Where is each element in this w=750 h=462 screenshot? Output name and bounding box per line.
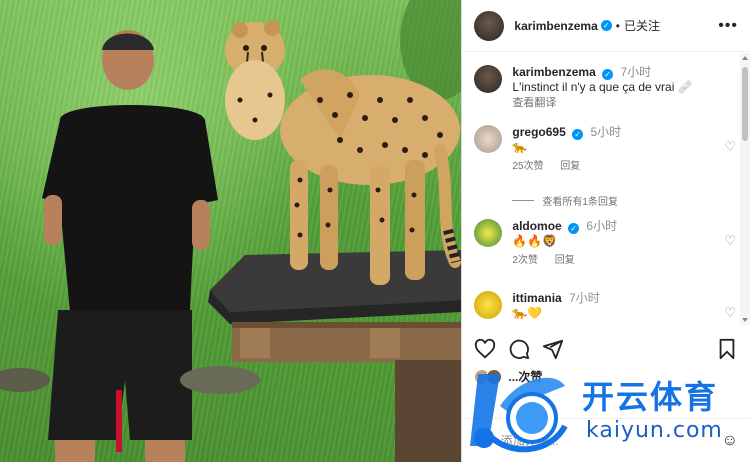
man [42,30,218,462]
scroll-thumb[interactable] [742,67,748,141]
comments-list: karimbenzema ✓ 7小时 L'instinct il n'y a q… [462,53,740,321]
comment-likes[interactable]: 2次赞 [512,255,538,266]
action-bar [474,336,738,362]
comment-text: 🐆 [512,140,528,154]
replies-line [512,200,535,201]
author-avatar[interactable] [474,10,505,41]
share-icon[interactable] [542,338,564,360]
separator-dot: • [615,18,620,33]
comments-scrollbar[interactable] [740,53,750,325]
caption-time: 7小时 [620,65,652,79]
heart-icon[interactable]: ♡ [724,305,736,321]
caption-username[interactable]: karimbenzema [512,65,595,79]
bookmark-icon[interactable] [716,338,738,360]
photo-scene [0,0,462,462]
comment-text: 🔥🔥🦁 [512,234,558,248]
add-comment-input[interactable]: 添加评论... [501,432,559,449]
scroll-up-icon[interactable] [742,56,748,60]
see-translation-link[interactable]: 查看翻译 [512,97,556,109]
post-sidebar: karimbenzema ✓ • 已关注 ••• karimbenzema ✓ … [461,0,750,462]
comment-avatar[interactable] [474,291,503,319]
heart-icon[interactable]: ♡ [724,233,736,249]
comment-text: 🐆💛 [512,306,543,320]
comment-username[interactable]: grego695 [512,125,565,139]
post-photo[interactable] [0,0,462,462]
comment-time: 6小时 [586,219,618,233]
caption-avatar[interactable] [474,65,503,93]
comment-username[interactable]: ittimania [512,291,561,305]
verified-icon: ✓ [600,20,612,31]
see-replies[interactable]: 查看所有1条回复 [512,193,618,208]
caption-text: L'instinct il n'y a que ça de vrai 🩹 [512,80,693,94]
add-comment-bar: ☺ 添加评论... ☺ [462,418,750,462]
comment-time: 7小时 [569,291,600,305]
see-replies-text[interactable]: 查看所有1条回复 [542,193,618,208]
scroll-down-icon[interactable] [742,318,748,322]
comment-item: aldomoe ✓ 6小时 🔥🔥🦁 2次赞 回复 ♡ [474,219,740,268]
likes-summary[interactable]: ...次赞 [474,368,542,385]
comment-likes[interactable]: 25次赞 [512,161,543,172]
follow-status-button[interactable]: 已关注 [624,17,660,34]
emoji-picker-icon[interactable]: ☺ [722,432,738,450]
verified-icon: ✓ [602,69,614,80]
reply-button[interactable]: 回复 [560,161,580,172]
verified-icon: ✓ [568,223,580,234]
reply-button[interactable]: 回复 [555,255,575,266]
heart-icon[interactable]: ♡ [724,139,736,155]
author-username[interactable]: karimbenzema [514,19,597,33]
caption: karimbenzema ✓ 7小时 L'instinct il n'y a q… [474,65,740,111]
comment-avatar[interactable] [474,125,503,153]
comment-icon[interactable] [508,338,530,360]
more-icon[interactable]: ••• [718,17,738,35]
comment-time: 5小时 [590,125,622,139]
liker-avatar [486,368,503,385]
comment-username[interactable]: aldomoe [512,219,561,233]
verified-icon: ✓ [572,129,584,140]
post-header: karimbenzema ✓ • 已关注 ••• [462,0,750,52]
emoji-icon[interactable]: ☺ [474,432,490,450]
comment-avatar[interactable] [474,219,503,247]
likes-count[interactable]: ...次赞 [508,368,542,385]
comment-item: grego695 ✓ 5小时 🐆 25次赞 回复 ♡ [474,125,740,174]
comment-item: ittimania 7小时 🐆💛 ♡ [474,291,740,321]
heart-icon[interactable] [474,338,496,360]
